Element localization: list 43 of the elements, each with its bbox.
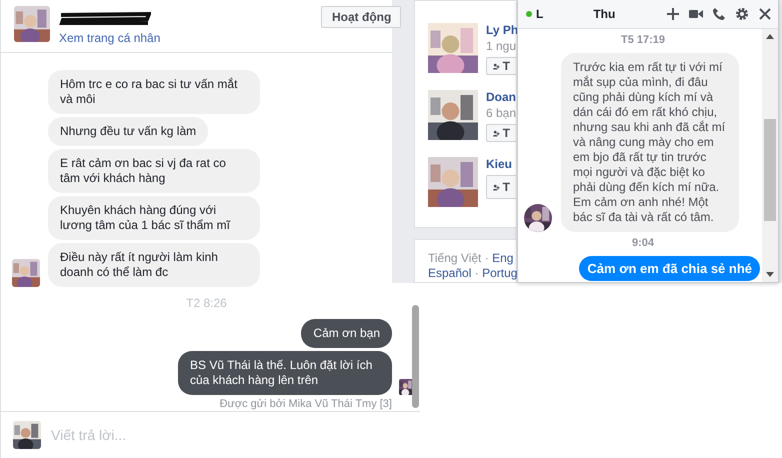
message-bubble: Hôm trc e co ra bac si tư vấn mắt và môi [48, 70, 260, 114]
mutual-friends: 6 bạn [486, 106, 516, 121]
friend-name[interactable]: Kieu [486, 157, 512, 172]
settings-icon[interactable] [735, 7, 749, 21]
add-friend-icon [493, 128, 500, 138]
message-bubble: Khuyên khách hàng đúng với lương tâm của 1 bác sĩ thẩm mĩ [48, 196, 260, 240]
add-friend-button[interactable]: T [486, 124, 516, 142]
separator-dot: · [484, 251, 489, 266]
status-button[interactable]: Hoạt động [321, 6, 401, 28]
add-friend-button[interactable]: T [486, 175, 516, 199]
message-bubble: Cảm ơn em đã chia sẻ nhé [579, 256, 760, 281]
language-link[interactable]: Español [428, 266, 472, 280]
message-bubble: Điều này rất ít người làm kinh doanh có thể làm đc [48, 243, 260, 287]
message-bubble: Trước kia em rất tự ti với mí mắt sụp của mình, đi đâu cũng phải dùng kích mí và dán cái đó em rất khó chịu, nhưng sau khi anh đã cắt mí và nâng cung mày cho em em bjo đã rất tự tin trước mọi người và đặc biệt ko phải dùng đến kích mí nữa. Em cảm ơn anh nhé! Một bác sĩ đa tài và rất có tâm. [561, 53, 739, 232]
video-camera-icon[interactable] [689, 7, 703, 21]
sent-by-note: Được gửi bởi Mika Vũ Thái Tmy [3] [220, 398, 392, 411]
scrollbar[interactable] [762, 29, 778, 282]
close-icon[interactable] [758, 7, 772, 21]
message-bubble: BS Vũ Thái là thế. Luôn đặt lời ích của khách hàng lên trên [178, 351, 392, 395]
add-friend-button[interactable]: T [486, 57, 516, 75]
phone-icon[interactable] [712, 7, 726, 21]
scrollbar[interactable] [412, 305, 419, 408]
plus-icon[interactable] [666, 7, 680, 21]
chat-title[interactable]: Thu [593, 7, 616, 21]
scroll-up-icon[interactable] [766, 34, 774, 39]
timestamp: T5 17:19 [620, 33, 666, 48]
language-link[interactable]: Eng [492, 251, 514, 266]
add-friend-icon [493, 182, 500, 192]
language-link[interactable]: Portug [482, 266, 518, 280]
friend-name[interactable]: Doan [486, 90, 516, 105]
profile-link[interactable]: Xem trang cá nhân [59, 31, 160, 45]
separator-dot: · [474, 266, 479, 280]
timestamp: 9:04 [632, 236, 654, 251]
timestamp: T2 8:26 [185, 295, 227, 310]
scroll-down-icon[interactable] [766, 272, 774, 277]
message-bubble: E rât cảm ơn bac si vj đa rat co tâm với khách hàng [48, 149, 260, 193]
reply-field[interactable]: Viết trả lời... [51, 427, 331, 443]
add-friend-icon [493, 60, 500, 72]
mutual-friends: 1 ngu [486, 39, 516, 54]
chat-title[interactable]: L [536, 7, 544, 21]
friend-name[interactable]: Ly Ph [486, 23, 518, 38]
message-bubble: Nhưng đều tư vấn kg làm [48, 117, 208, 146]
message-bubble: Cảm ơn bạn [301, 319, 392, 348]
